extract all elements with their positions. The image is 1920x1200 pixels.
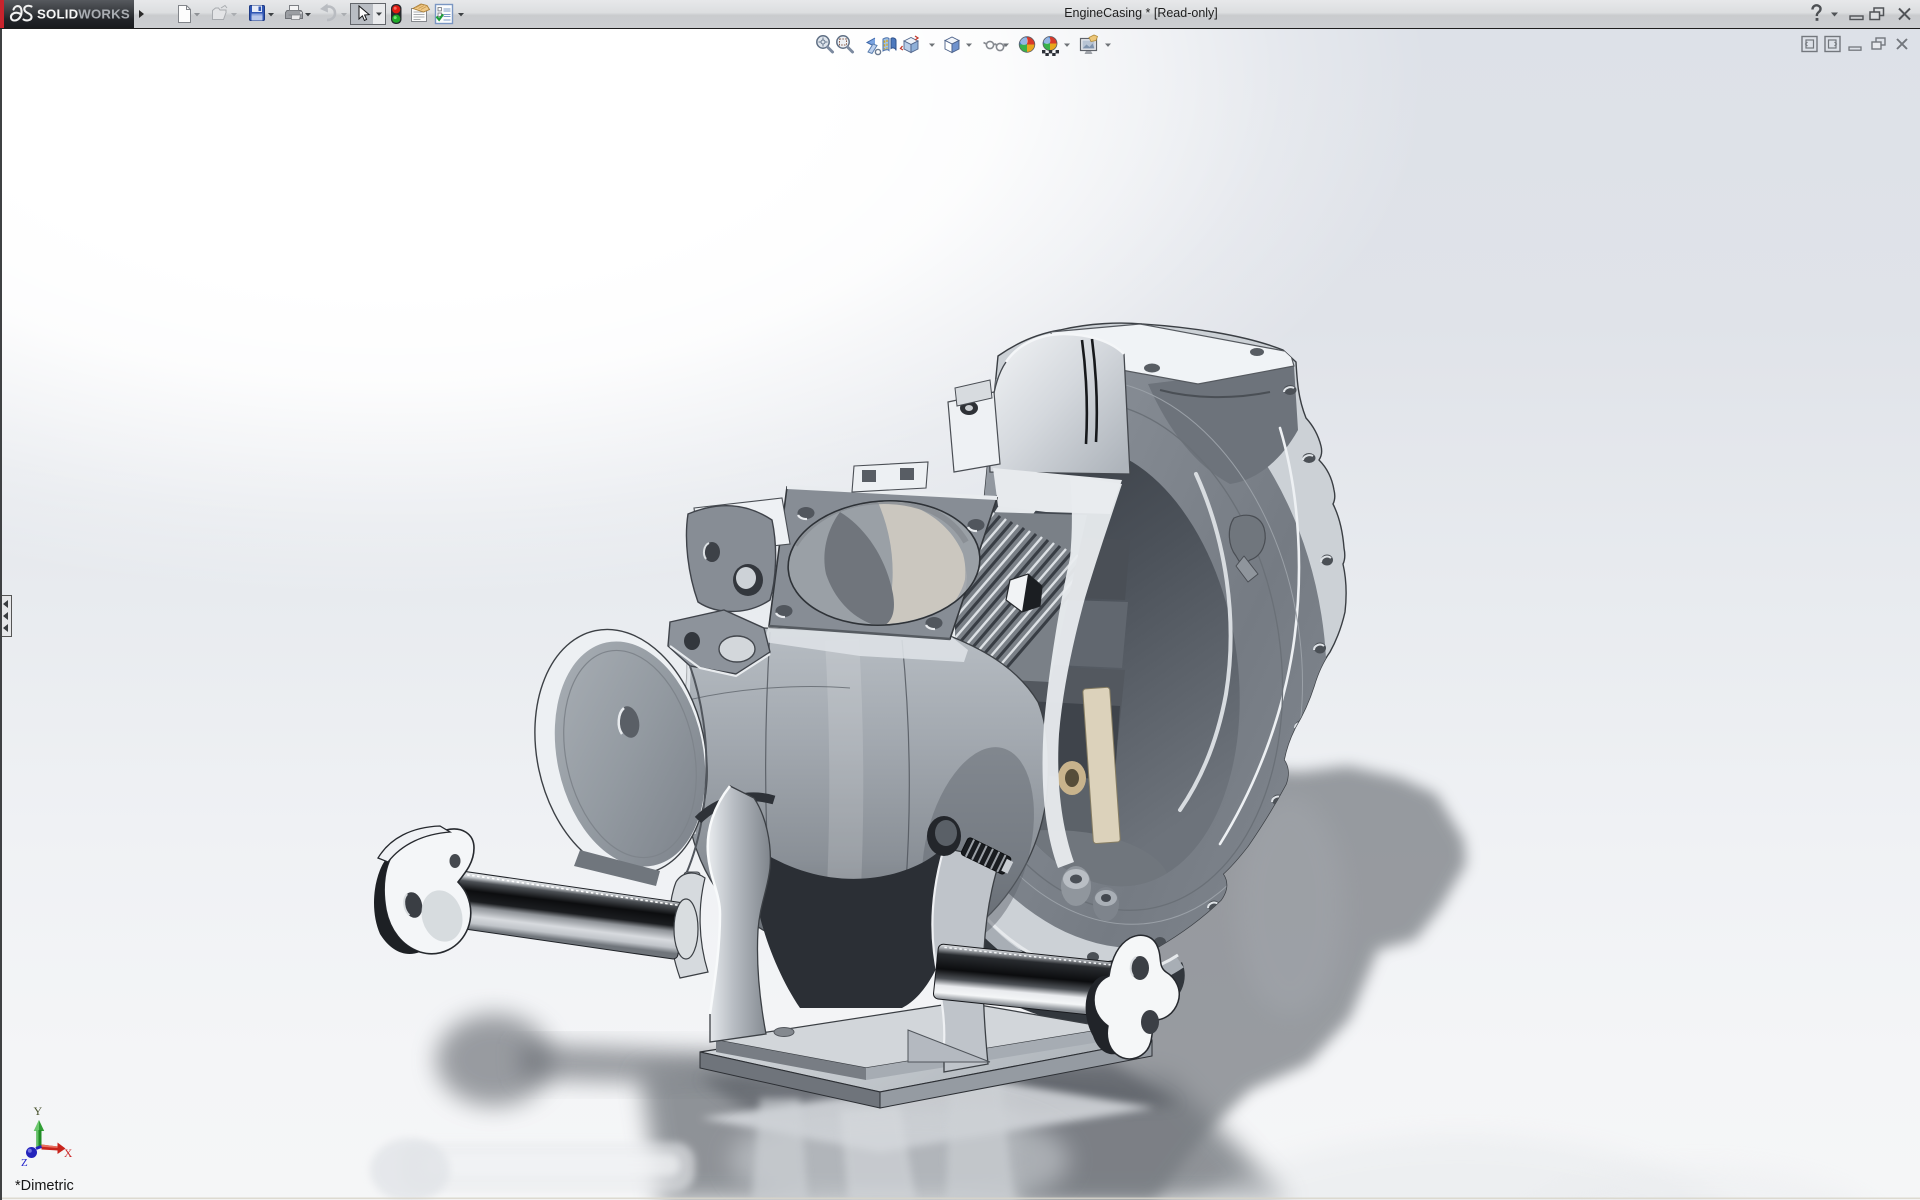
svg-text:Y: Y xyxy=(34,1104,43,1118)
svg-text:X: X xyxy=(64,1148,73,1160)
svg-text:Z: Z xyxy=(21,1157,28,1169)
svg-text:SOLIDWORKS: SOLIDWORKS xyxy=(37,7,130,22)
